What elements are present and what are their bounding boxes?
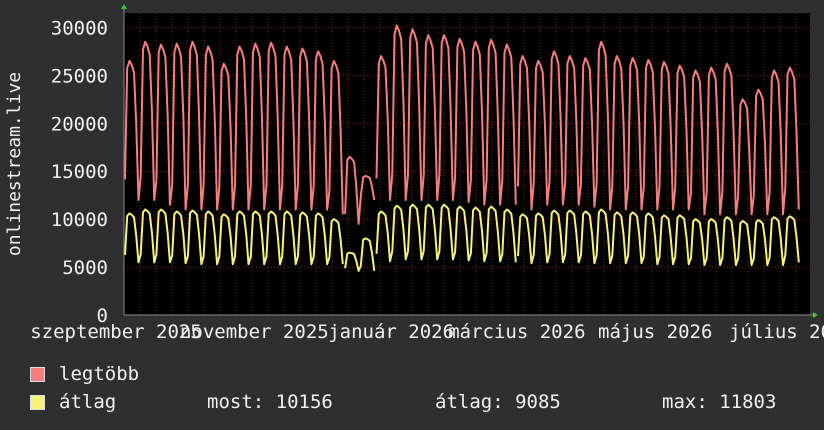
x-tick-label: szeptember 2025 [30, 321, 202, 343]
legend-label-avg: átlag [59, 391, 117, 413]
y-tick-label: 10000 [51, 209, 108, 231]
y-tick-label: 30000 [51, 17, 108, 39]
legend-swatch-avg [30, 394, 45, 410]
x-axis-arrow [813, 312, 818, 318]
x-tick-label: július 2026 [729, 321, 824, 343]
legend-item-avg: átlag [30, 391, 116, 413]
x-tick-label: november 2025 [180, 321, 329, 343]
legend-item-max: legtöbb [30, 363, 139, 385]
stat-avg: átlag: 9085 [435, 391, 561, 413]
x-tick-label: május 2026 [598, 321, 712, 343]
stat-max: max: 11803 [662, 391, 777, 413]
chart-container: 0 5000 10000 15000 20000 25000 30000 onlinestre… [0, 0, 824, 430]
y-tick-label: 5000 [62, 257, 108, 279]
chart-svg: 050001000015000200002500030000onlinestre… [4, 4, 824, 343]
y-axis-arrow [121, 4, 127, 9]
x-tick-label: március 2026 [448, 321, 585, 343]
legend-label-max: legtöbb [59, 363, 140, 385]
y-axis-label: onlinestream.live [4, 72, 25, 256]
legend-swatch-max [30, 366, 45, 382]
x-tick-label: január 2026 [328, 321, 454, 343]
y-tick-label: 20000 [51, 113, 108, 135]
y-tick-label: 15000 [51, 161, 108, 183]
stat-now: most: 10156 [207, 391, 333, 413]
y-tick-label: 25000 [51, 65, 108, 87]
